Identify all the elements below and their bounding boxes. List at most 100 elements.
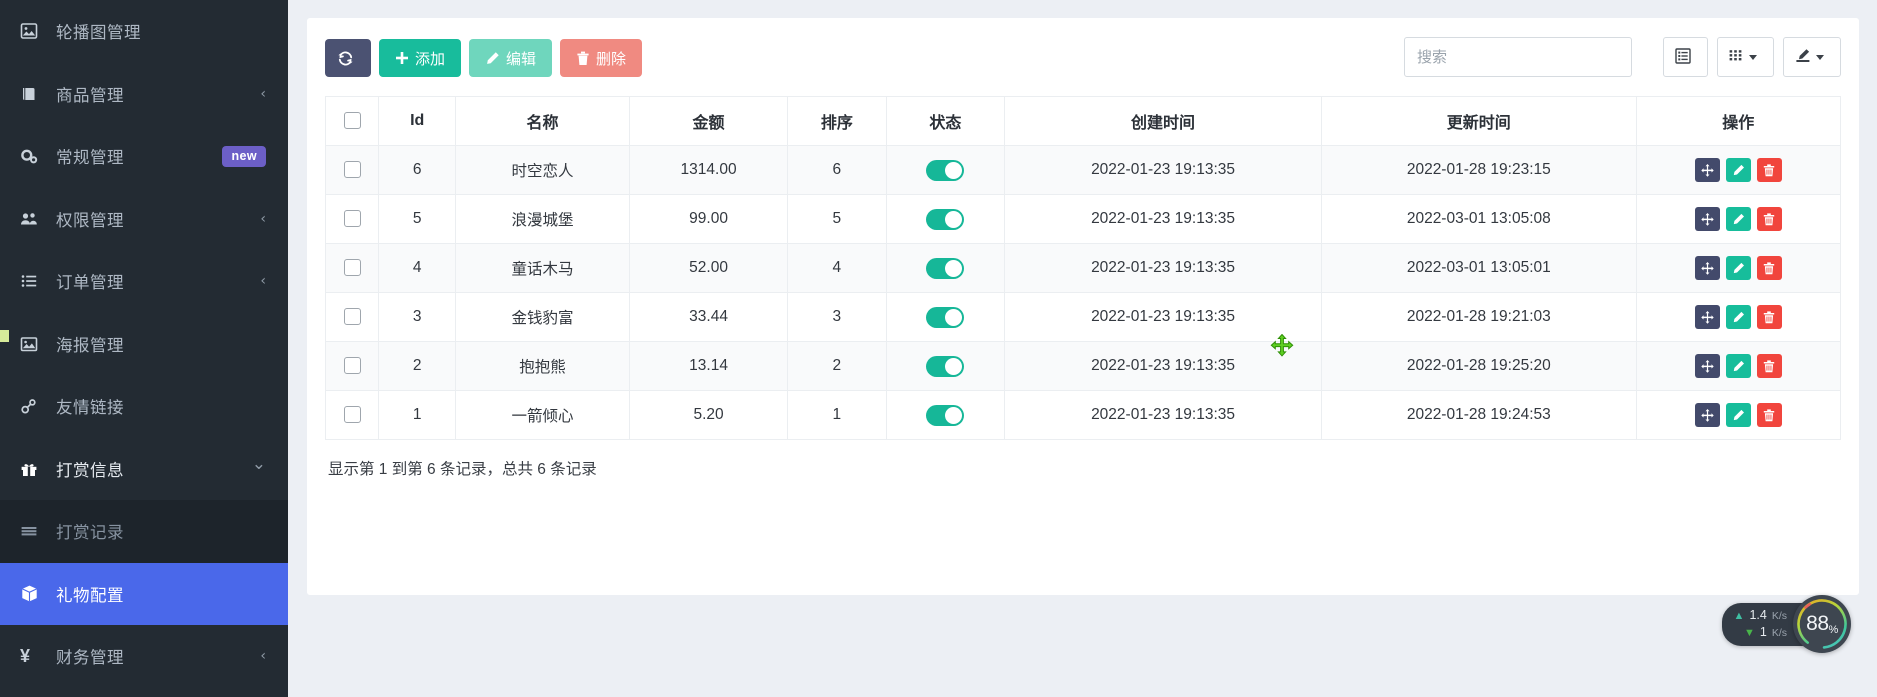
sidebar-item-reward-records[interactable]: 打赏记录 [0, 500, 288, 563]
row-select-cell[interactable] [326, 391, 379, 440]
main-content: 添加 编辑 删除 [288, 0, 1877, 697]
row-edit-button[interactable] [1726, 207, 1751, 231]
row-delete-button[interactable] [1757, 158, 1782, 182]
cell-status[interactable] [886, 146, 1004, 195]
sidebar-item-order[interactable]: 订单管理 ‹ [0, 250, 288, 313]
header-name[interactable]: 名称 [456, 97, 630, 146]
sidebar-item-label: 打赏信息 [56, 457, 252, 481]
row-delete-button[interactable] [1757, 403, 1782, 427]
network-monitor-widget[interactable]: ▲ 1.4 K/s ▼ 1 K/s [1722, 595, 1851, 653]
row-select-cell[interactable] [326, 244, 379, 293]
sidebar-item-gift-config[interactable]: 礼物配置 [0, 563, 288, 626]
edit-button[interactable]: 编辑 [469, 39, 552, 77]
row-checkbox[interactable] [344, 357, 361, 374]
header-updated[interactable]: 更新时间 [1322, 97, 1637, 146]
sidebar-item-friendlink[interactable]: 友情链接 [0, 375, 288, 438]
row-checkbox[interactable] [344, 259, 361, 276]
row-move-button[interactable] [1695, 354, 1720, 378]
sidebar-item-product[interactable]: 商品管理 ‹ [0, 63, 288, 126]
sidebar-item-reward-info[interactable]: 打赏信息 ⌄ [0, 438, 288, 501]
row-checkbox[interactable] [344, 161, 361, 178]
row-move-button[interactable] [1695, 207, 1720, 231]
sidebar-item-permission[interactable]: 权限管理 ‹ [0, 188, 288, 251]
cell-status[interactable] [886, 391, 1004, 440]
cell-sort: 1 [788, 391, 887, 440]
table-head: Id 名称 金额 排序 状态 创建时间 更新时间 操作 [326, 97, 1841, 146]
row-checkbox[interactable] [344, 406, 361, 423]
row-edit-button[interactable] [1726, 403, 1751, 427]
arrows-move-icon [1701, 360, 1714, 373]
cell-name: 时空恋人 [456, 146, 630, 195]
sidebar-item-poster[interactable]: 海报管理 [0, 313, 288, 376]
chevron-left-icon: ‹ [260, 212, 266, 226]
cell-operations [1636, 146, 1840, 195]
row-edit-button[interactable] [1726, 305, 1751, 329]
status-toggle[interactable] [926, 405, 964, 426]
cell-status[interactable] [886, 195, 1004, 244]
row-delete-button[interactable] [1757, 305, 1782, 329]
cell-status[interactable] [886, 342, 1004, 391]
sidebar-item-general[interactable]: 常规管理 new [0, 125, 288, 188]
row-move-button[interactable] [1695, 256, 1720, 280]
row-edit-button[interactable] [1726, 354, 1751, 378]
status-toggle[interactable] [926, 356, 964, 377]
trash-icon [1763, 409, 1775, 422]
row-delete-button[interactable] [1757, 354, 1782, 378]
row-move-button[interactable] [1695, 403, 1720, 427]
search-input[interactable] [1404, 37, 1632, 77]
export-dropdown-button[interactable] [1783, 37, 1841, 77]
header-select-all[interactable] [326, 97, 379, 146]
row-move-button[interactable] [1695, 305, 1720, 329]
row-delete-button[interactable] [1757, 207, 1782, 231]
row-delete-button[interactable] [1757, 256, 1782, 280]
row-checkbox[interactable] [344, 308, 361, 325]
sidebar-item-label: 打赏记录 [56, 519, 266, 543]
gift-config-table: Id 名称 金额 排序 状态 创建时间 更新时间 操作 6时空恋人1314.00… [325, 96, 1841, 440]
header-amount[interactable]: 金额 [630, 97, 788, 146]
header-created[interactable]: 创建时间 [1005, 97, 1322, 146]
table-footer-info: 显示第 1 到第 6 条记录，总共 6 条记录 [325, 457, 1841, 479]
cell-id: 5 [379, 195, 456, 244]
bars-icon [20, 522, 46, 540]
row-select-cell[interactable] [326, 293, 379, 342]
header-status[interactable]: 状态 [886, 97, 1004, 146]
row-edit-button[interactable] [1726, 256, 1751, 280]
table-row[interactable]: 2抱抱熊13.1422022-01-23 19:13:352022-01-28 … [326, 342, 1841, 391]
row-select-cell[interactable] [326, 146, 379, 195]
row-select-cell[interactable] [326, 195, 379, 244]
columns-dropdown-button[interactable] [1717, 37, 1774, 77]
sidebar-item-label: 订单管理 [56, 269, 260, 293]
row-move-button[interactable] [1695, 158, 1720, 182]
header-id[interactable]: Id [379, 97, 456, 146]
cell-operations [1636, 293, 1840, 342]
arrows-move-icon [1701, 213, 1714, 226]
add-button[interactable]: 添加 [379, 39, 461, 77]
cpu-usage-gauge[interactable]: 88% [1793, 595, 1851, 653]
cell-name: 浪漫城堡 [456, 195, 630, 244]
refresh-button[interactable] [325, 39, 371, 77]
status-toggle[interactable] [926, 307, 964, 328]
cell-updated-time: 2022-01-28 19:23:15 [1322, 146, 1637, 195]
sidebar-item-carousel[interactable]: 轮播图管理 [0, 0, 288, 63]
row-checkbox[interactable] [344, 210, 361, 227]
status-toggle[interactable] [926, 258, 964, 279]
status-toggle[interactable] [926, 209, 964, 230]
delete-button[interactable]: 删除 [560, 39, 642, 77]
row-edit-button[interactable] [1726, 158, 1751, 182]
table-row[interactable]: 1一箭倾心5.2012022-01-23 19:13:352022-01-28 … [326, 391, 1841, 440]
header-sort[interactable]: 排序 [788, 97, 887, 146]
status-toggle[interactable] [926, 160, 964, 181]
cell-status[interactable] [886, 244, 1004, 293]
row-select-cell[interactable] [326, 342, 379, 391]
table-row[interactable]: 4童话木马52.0042022-01-23 19:13:352022-03-01… [326, 244, 1841, 293]
arrow-up-icon: ▲ [1734, 611, 1745, 622]
table-row[interactable]: 5浪漫城堡99.0052022-01-23 19:13:352022-03-01… [326, 195, 1841, 244]
cell-status[interactable] [886, 293, 1004, 342]
cell-name: 童话木马 [456, 244, 630, 293]
table-row[interactable]: 3金钱豹富33.4432022-01-23 19:13:352022-01-28… [326, 293, 1841, 342]
table-row[interactable]: 6时空恋人1314.0062022-01-23 19:13:352022-01-… [326, 146, 1841, 195]
select-all-checkbox[interactable] [344, 112, 361, 129]
pencil-icon [1732, 262, 1745, 275]
toggle-fullscreen-button[interactable] [1663, 37, 1708, 77]
sidebar-item-finance[interactable]: ¥ 财务管理 ‹ [0, 625, 288, 688]
